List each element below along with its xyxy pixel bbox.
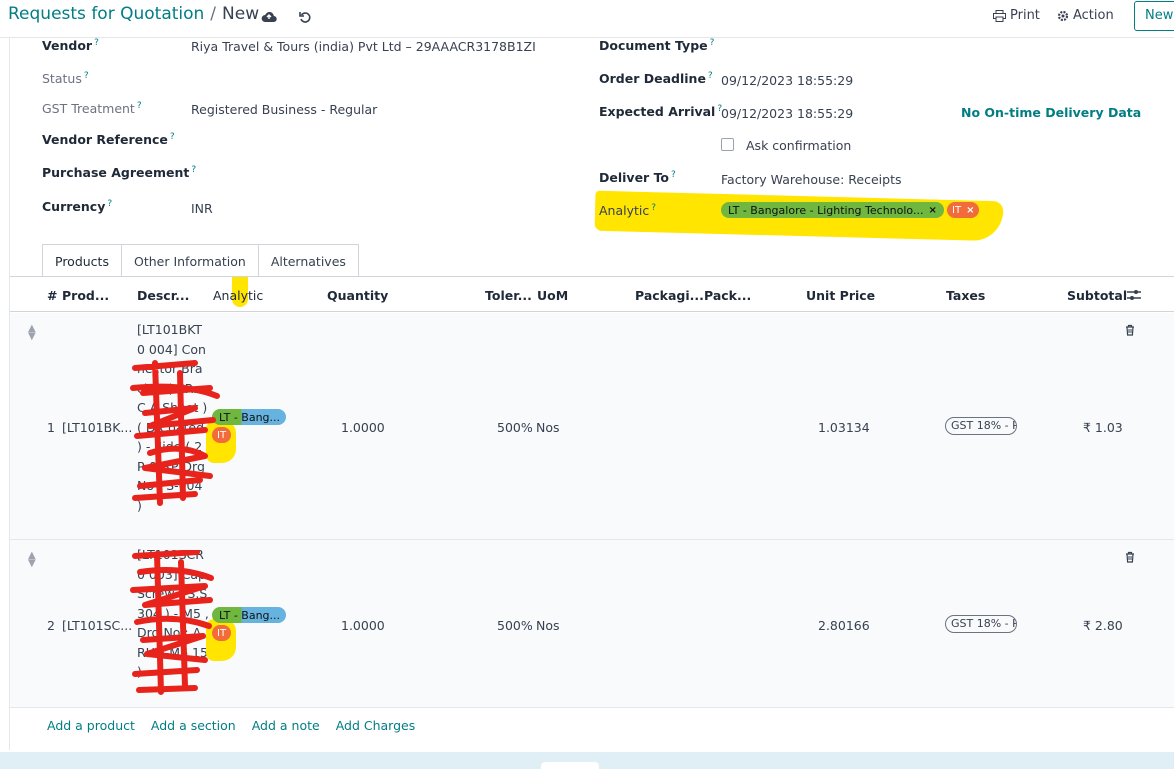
col-number: # (47, 288, 58, 303)
new-button[interactable]: New (1134, 1, 1174, 31)
deliver-to-label: Deliver To? (599, 170, 676, 186)
col-uom[interactable]: UoM (537, 288, 568, 303)
discard-undo-icon[interactable] (294, 6, 316, 28)
add-line-links: Add a product Add a section Add a note A… (47, 718, 415, 733)
row-quantity[interactable]: 1.0000 (341, 618, 385, 633)
row-unit-price[interactable]: 2.80166 (818, 618, 870, 633)
row-analytic-tag-lt[interactable]: LT - Bang... (212, 409, 286, 425)
breadcrumb-separator: / (210, 4, 217, 24)
column-settings-icon[interactable] (1127, 289, 1141, 301)
col-product[interactable]: Prod... (62, 288, 109, 303)
analytic-tag-lt[interactable]: LT - Bangalore - Lighting Technolo... × (721, 202, 944, 218)
add-note-link[interactable]: Add a note (252, 718, 320, 733)
currency-field[interactable]: INR (191, 201, 213, 216)
currency-label: Currency? (42, 199, 113, 215)
drag-handle-icon[interactable]: ▲ ▼ (28, 551, 36, 569)
notebook-tabs: Products Other Information Alternatives (42, 244, 359, 277)
tab-alternatives[interactable]: Alternatives (257, 244, 359, 277)
ask-confirmation-label: Ask confirmation (746, 138, 852, 153)
col-analytic[interactable]: Analytic (213, 288, 263, 303)
col-subtotal[interactable]: Subtotal (1067, 288, 1127, 303)
row-product[interactable]: [LT101SC... (62, 618, 132, 633)
row-number: 1 (47, 420, 55, 435)
analytic-tag-lt-label: LT - Bangalore - Lighting Technolo... (728, 203, 924, 217)
status-label: Status? (42, 71, 89, 87)
row-tolerance[interactable]: 500% (497, 420, 533, 435)
analytic-tag-it-label: IT (952, 204, 962, 216)
col-taxes[interactable]: Taxes (946, 288, 985, 303)
order-lines-header: # Prod... Descr... Analytic Quantity Tol… (10, 277, 1174, 312)
drag-handle-icon[interactable]: ▲ ▼ (28, 324, 36, 342)
col-quantity[interactable]: Quantity (327, 288, 388, 303)
row-description[interactable]: [LT101SCR0 003] Cap Screw ( S.S 304 ) - … (137, 545, 209, 682)
footer-handle (541, 762, 599, 769)
row-analytic-tags[interactable]: LT - Bang... IT (212, 607, 286, 641)
action-button[interactable]: Action (1057, 8, 1114, 23)
row-analytic-tag-it[interactable]: IT (212, 625, 232, 641)
row-subtotal: ₹ 1.03 (1083, 420, 1123, 435)
analytic-field[interactable]: LT - Bangalore - Lighting Technolo... × … (721, 202, 980, 218)
row-tax-tag[interactable]: GST 18% - P (945, 417, 1017, 435)
breadcrumb-current: New (222, 4, 260, 24)
gst-treatment-field[interactable]: Registered Business - Regular (191, 102, 377, 117)
expected-arrival-field[interactable]: 09/12/2023 18:55:29 (721, 106, 853, 121)
analytic-label: Analytic? (599, 203, 657, 219)
order-deadline-field[interactable]: 09/12/2023 18:55:29 (721, 73, 853, 88)
row-uom[interactable]: Nos (536, 420, 560, 435)
analytic-tag-it[interactable]: IT × (947, 202, 980, 218)
row-product[interactable]: [LT101BK... (62, 420, 132, 435)
vendor-field[interactable]: Riya Travel & Tours (india) Pvt Ltd – 29… (191, 39, 536, 54)
row-quantity[interactable]: 1.0000 (341, 420, 385, 435)
row-unit-price[interactable]: 1.03134 (818, 420, 870, 435)
tab-other-information[interactable]: Other Information (120, 244, 259, 277)
breadcrumb-parent-link[interactable]: Requests for Quotation (8, 4, 204, 24)
trash-icon[interactable] (1124, 324, 1136, 336)
col-packaging[interactable]: Packagi... (635, 288, 704, 303)
printer-icon (993, 9, 1006, 22)
print-button[interactable]: Print (993, 8, 1040, 23)
col-tolerance[interactable]: Toler... (485, 288, 532, 303)
action-label: Action (1073, 8, 1114, 23)
vendor-reference-label: Vendor Reference? (42, 132, 175, 148)
tag-remove-icon[interactable]: × (966, 205, 974, 216)
row-tolerance[interactable]: 500% (497, 618, 533, 633)
row-tax-tag[interactable]: GST 18% - P (945, 615, 1017, 633)
breadcrumb: Requests for Quotation / New (8, 4, 259, 24)
add-product-link[interactable]: Add a product (47, 718, 135, 733)
add-section-link[interactable]: Add a section (151, 718, 236, 733)
table-row[interactable]: ▲ ▼ 1 [LT101BK... [LT101BKT0 004] Connect… (10, 313, 1174, 540)
add-charges-link[interactable]: Add Charges (336, 718, 416, 733)
expected-arrival-label: Expected Arrival? (599, 104, 723, 120)
tag-remove-icon[interactable]: × (928, 205, 936, 216)
document-type-label: Document Type? (599, 38, 715, 54)
col-description[interactable]: Descr... (137, 288, 189, 303)
save-cloud-icon[interactable] (258, 6, 280, 28)
gear-icon (1057, 10, 1069, 21)
order-deadline-label: Order Deadline? (599, 71, 713, 87)
row-analytic-tags[interactable]: LT - Bang... IT (212, 409, 286, 443)
row-description[interactable]: [LT101BKT0 004] Connector Bracket ( CR.C… (137, 320, 209, 515)
form-sheet: Vendor? Riya Travel & Tours (india) Pvt … (9, 38, 1174, 750)
ask-confirmation-checkbox[interactable] (721, 138, 734, 151)
row-uom[interactable]: Nos (536, 618, 560, 633)
trash-icon[interactable] (1124, 551, 1136, 563)
table-row[interactable]: ▲ ▼ 2 [LT101SC... [LT101SCR0 003] Cap Scr… (10, 540, 1174, 708)
row-number: 2 (47, 618, 55, 633)
control-panel: Requests for Quotation / New Print Actio… (0, 0, 1174, 38)
ontime-delivery-link[interactable]: No On-time Delivery Data (961, 105, 1141, 120)
col-unit-price[interactable]: Unit Price (806, 288, 875, 303)
row-subtotal: ₹ 2.80 (1083, 618, 1123, 633)
vendor-label: Vendor? (42, 38, 99, 54)
row-analytic-tag-lt[interactable]: LT - Bang... (212, 607, 286, 623)
print-label: Print (1010, 8, 1040, 23)
gst-treatment-label: GST Treatment? (42, 101, 142, 117)
row-analytic-tag-it[interactable]: IT (212, 427, 232, 443)
col-pack[interactable]: Pack... (704, 288, 751, 303)
tab-products[interactable]: Products (42, 244, 122, 277)
purchase-agreement-label: Purchase Agreement? (42, 165, 197, 181)
deliver-to-field[interactable]: Factory Warehouse: Receipts (721, 172, 902, 187)
